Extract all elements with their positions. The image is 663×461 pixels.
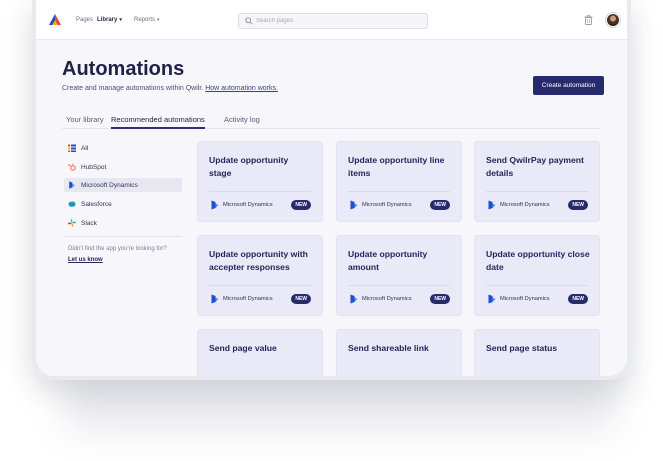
automation-card[interactable]: Send page value xyxy=(197,329,323,376)
salesforce-icon xyxy=(68,201,76,207)
sidebar-item-salesforce[interactable]: Salesforce xyxy=(64,197,182,211)
nav-reports-label: Reports xyxy=(134,17,156,23)
device-shadow xyxy=(60,372,620,432)
chevron-down-icon: ▾ xyxy=(119,17,122,23)
card-title: Update opportunity line items xyxy=(348,155,445,178)
automation-card[interactable]: Send QwilrPay payment details Microsoft … xyxy=(474,141,600,222)
search-input[interactable] xyxy=(256,15,421,27)
search-box[interactable] xyxy=(238,13,428,29)
card-app-label: Microsoft Dynamics xyxy=(500,296,550,302)
card-title: Send page value xyxy=(209,343,277,353)
card-app-label: Microsoft Dynamics xyxy=(362,296,412,302)
nav-pages[interactable]: Pages xyxy=(76,17,93,23)
microsoft-dynamics-icon xyxy=(69,181,75,189)
card-divider xyxy=(486,191,588,192)
create-automation-button[interactable]: Create automation xyxy=(533,76,604,95)
sidebar-item-label: HubSpot xyxy=(81,163,107,171)
automation-card[interactable]: Update opportunity amount Microsoft Dyna… xyxy=(336,235,462,316)
card-title: Send shareable link xyxy=(348,343,429,353)
microsoft-dynamics-icon xyxy=(350,294,358,304)
slack-icon xyxy=(68,219,76,227)
let-us-know-link[interactable]: Let us know xyxy=(68,257,103,263)
sidebar-help-text: Didn't find the app you're looking for? xyxy=(68,246,167,252)
subtitle-text: Create and manage automations within Qwi… xyxy=(62,85,204,92)
sidebar-item-label: Salesforce xyxy=(81,200,112,208)
microsoft-dynamics-icon xyxy=(350,200,358,210)
nav-library[interactable]: Library ▾ xyxy=(97,17,122,23)
automation-card[interactable]: Update opportunity close date Microsoft … xyxy=(474,235,600,316)
sidebar-item-all[interactable]: All xyxy=(64,141,182,155)
card-title: Send QwilrPay payment details xyxy=(486,155,584,178)
sidebar-item-label: All xyxy=(81,144,89,152)
hubspot-icon xyxy=(68,163,76,171)
page-subtitle: Create and manage automations within Qwi… xyxy=(62,85,278,92)
new-badge: NEW xyxy=(291,294,311,304)
card-app-label: Microsoft Dynamics xyxy=(500,202,550,208)
card-divider xyxy=(348,191,450,192)
tab-activity-log[interactable]: Activity log xyxy=(224,115,260,124)
automation-card[interactable]: Update opportunity with accepter respons… xyxy=(197,235,323,316)
card-divider xyxy=(348,285,450,286)
microsoft-dynamics-icon xyxy=(488,294,496,304)
trash-icon[interactable] xyxy=(584,15,593,25)
sidebar-item-label: Slack xyxy=(81,219,97,227)
card-app-label: Microsoft Dynamics xyxy=(362,202,412,208)
microsoft-dynamics-icon xyxy=(488,200,496,210)
nav-reports[interactable]: Reports ▾ xyxy=(134,17,160,23)
top-nav: Pages Library ▾ Reports ▾ xyxy=(36,0,627,40)
search-icon xyxy=(245,17,253,25)
microsoft-dynamics-icon xyxy=(211,200,219,210)
chevron-down-icon: ▾ xyxy=(157,17,160,23)
card-title: Update opportunity with accepter respons… xyxy=(209,249,308,272)
card-app-label: Microsoft Dynamics xyxy=(223,296,273,302)
card-divider xyxy=(209,191,311,192)
tab-recommended-automations[interactable]: Recommended automations xyxy=(111,115,205,129)
sidebar-item-label: Microsoft Dynamics xyxy=(81,181,138,189)
new-badge: NEW xyxy=(430,200,450,210)
new-badge: NEW xyxy=(568,200,588,210)
new-badge: NEW xyxy=(568,294,588,304)
automation-card[interactable]: Update opportunity stage Microsoft Dynam… xyxy=(197,141,323,222)
tab-your-library[interactable]: Your library xyxy=(66,115,104,124)
card-title: Update opportunity stage xyxy=(209,155,289,178)
new-badge: NEW xyxy=(291,200,311,210)
new-badge: NEW xyxy=(430,294,450,304)
automation-card[interactable]: Update opportunity line items Microsoft … xyxy=(336,141,462,222)
device-frame: Pages Library▾ Reports▾ Automations Cr xyxy=(32,0,631,380)
sidebar-item-hubspot[interactable]: HubSpot xyxy=(64,160,182,174)
card-divider xyxy=(486,285,588,286)
page-title: Automations xyxy=(62,58,185,80)
automation-card[interactable]: Send page status xyxy=(474,329,600,376)
sidebar-item-slack[interactable]: Slack xyxy=(64,216,182,230)
tab-bar: Your library Recommended automations Act… xyxy=(62,113,601,129)
card-title: Send page status xyxy=(486,343,558,353)
how-automation-works-link[interactable]: How automation works. xyxy=(205,85,278,92)
card-divider xyxy=(209,285,311,286)
card-title: Update opportunity close date xyxy=(486,249,590,272)
card-app-label: Microsoft Dynamics xyxy=(223,202,273,208)
app-screen: Pages Library▾ Reports▾ Automations Cr xyxy=(36,0,627,376)
card-title: Update opportunity amount xyxy=(348,249,428,272)
microsoft-dynamics-icon xyxy=(211,294,219,304)
grid-list-icon xyxy=(68,144,76,152)
sidebar-item-microsoft-dynamics[interactable]: Microsoft Dynamics xyxy=(64,178,182,192)
avatar[interactable] xyxy=(606,13,620,27)
automation-card[interactable]: Send shareable link xyxy=(336,329,462,376)
sidebar-divider xyxy=(64,236,182,237)
nav-library-label: Library xyxy=(97,17,118,23)
qwilr-logo-icon[interactable] xyxy=(48,13,62,27)
